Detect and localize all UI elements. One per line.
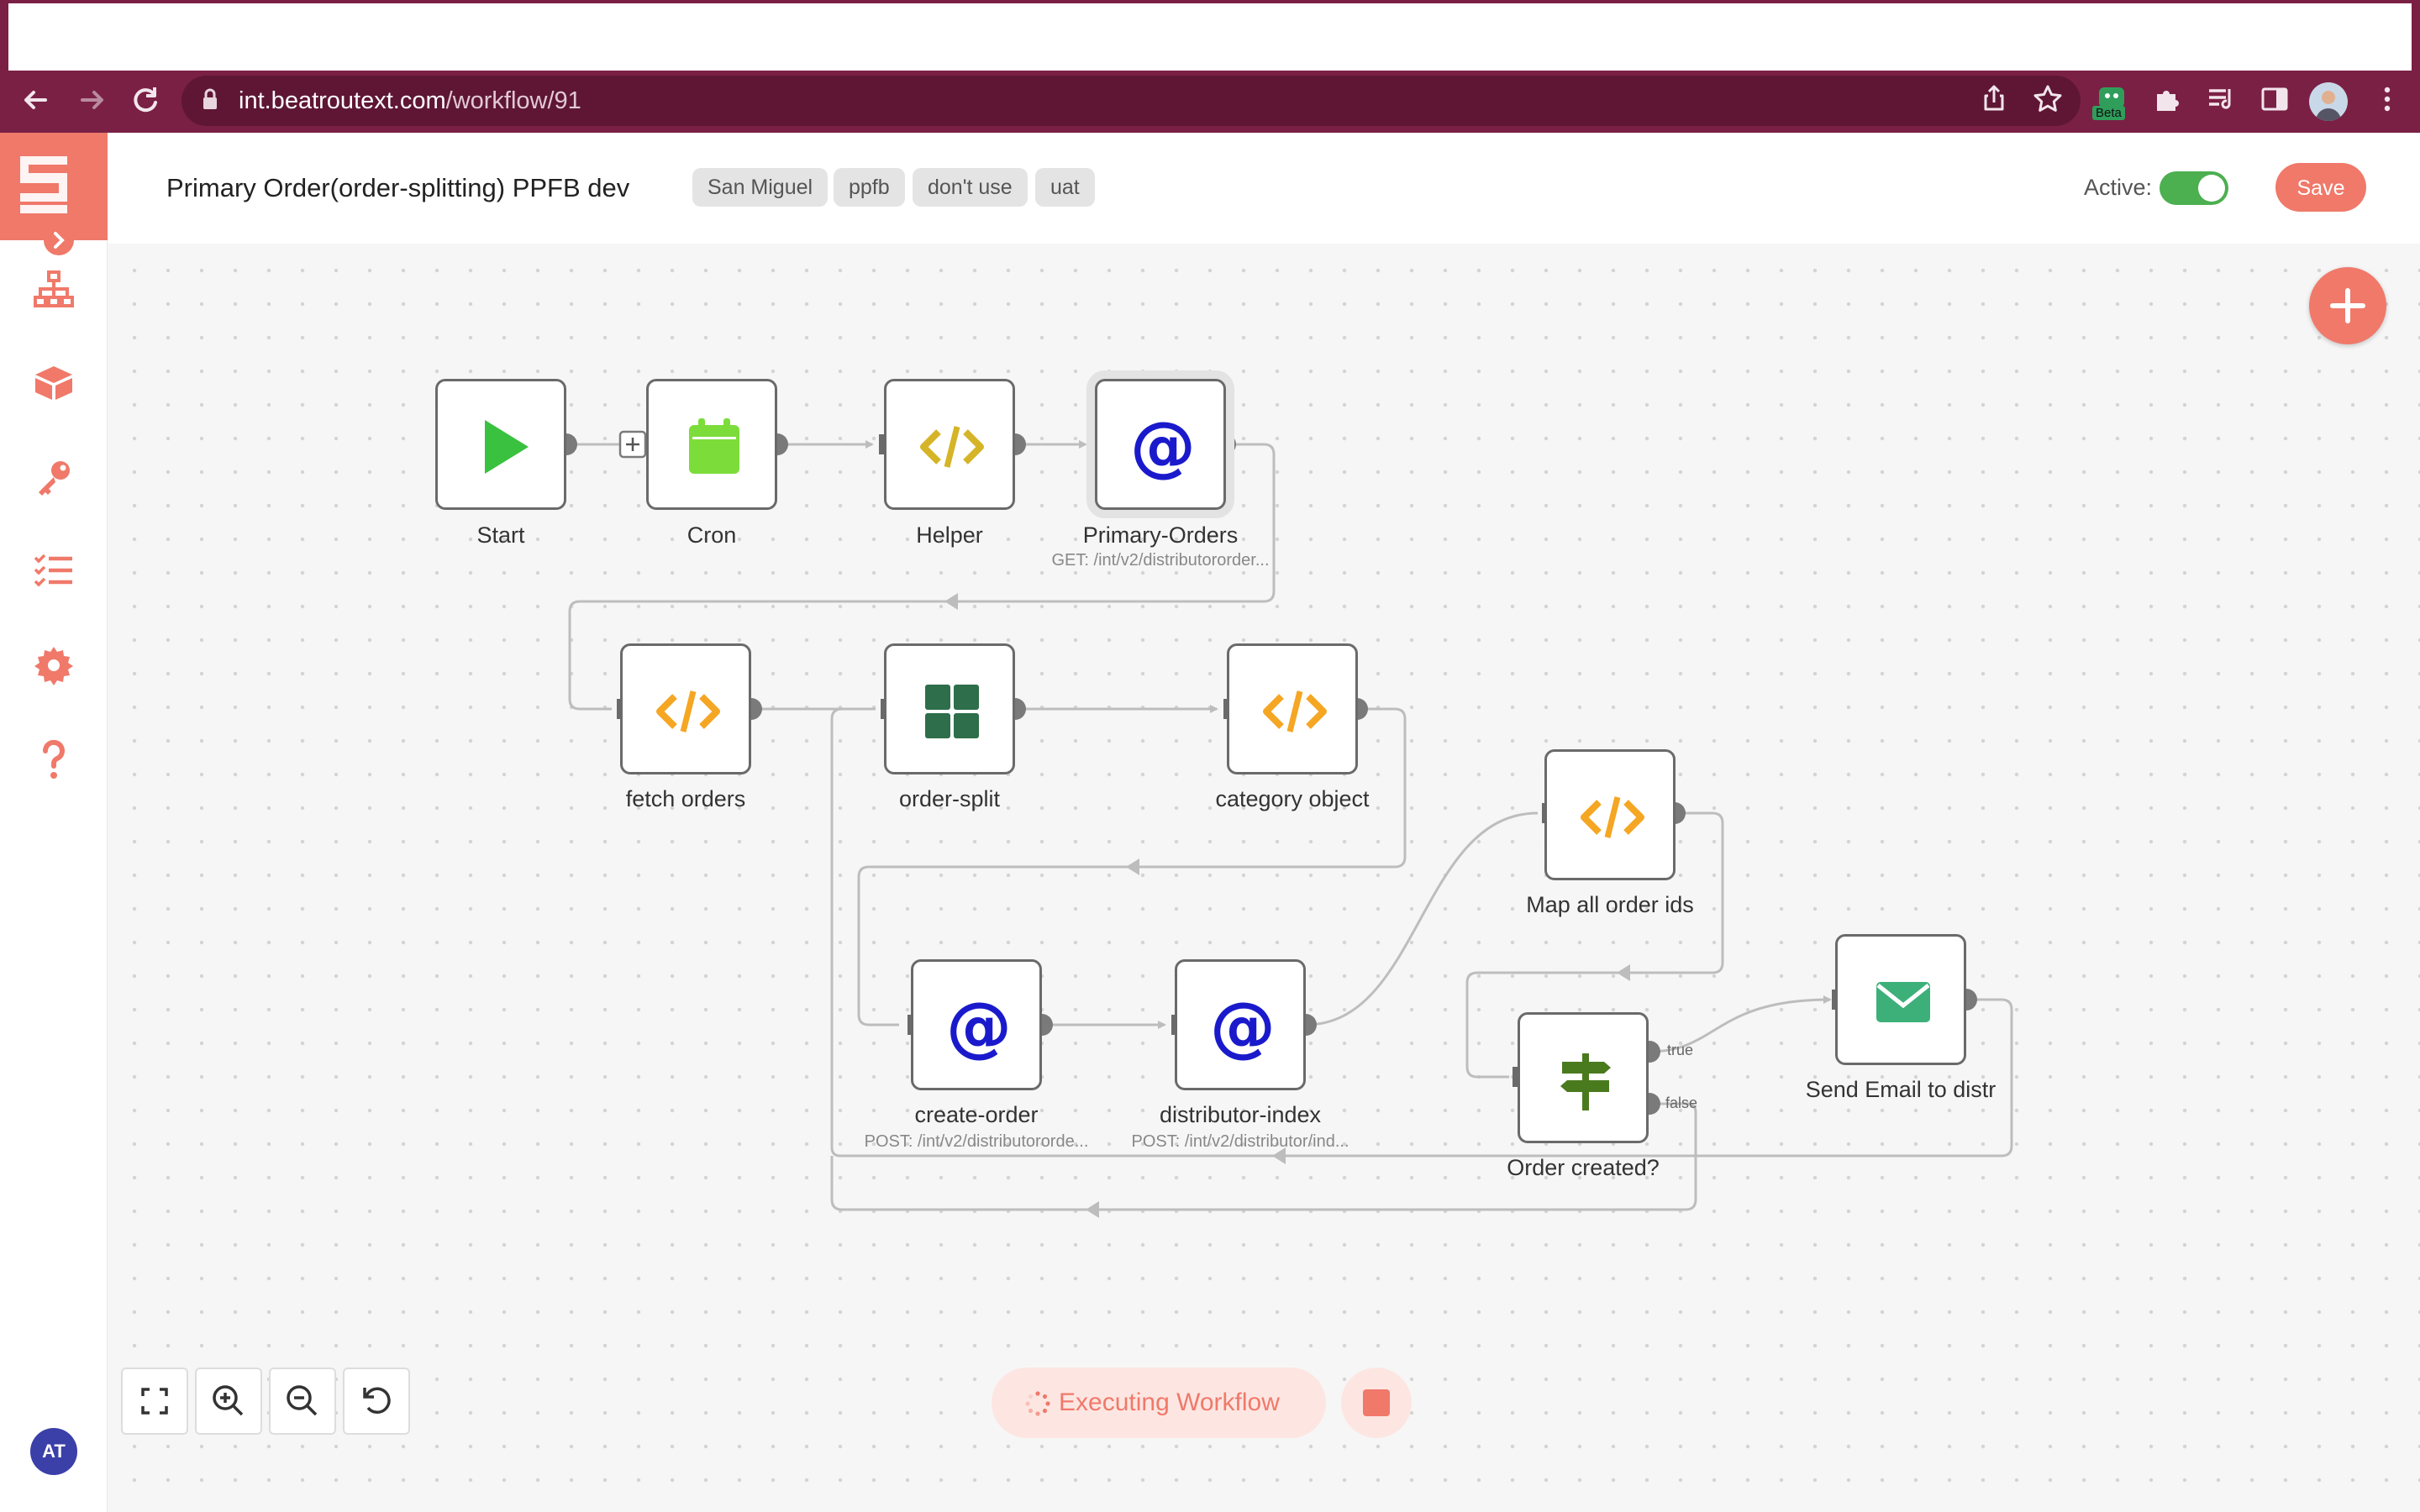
- flow-arrow: [865, 440, 874, 449]
- svg-text:@: @: [946, 990, 1012, 1065]
- node-primary-orders[interactable]: @: [1095, 379, 1226, 510]
- zoom-in-button[interactable]: [195, 1368, 262, 1435]
- code-icon: [1263, 690, 1327, 732]
- node-subtitle: POST: /int/v2/distributororde...: [864, 1132, 1089, 1151]
- flow-arrow: [1617, 964, 1630, 981]
- fullscreen-icon: [141, 1388, 168, 1415]
- play-icon: [485, 420, 529, 474]
- svg-text:@: @: [1130, 409, 1196, 485]
- node-cron[interactable]: [646, 379, 777, 510]
- node-subtitle: POST: /int/v2/distributor/ind...: [1131, 1132, 1349, 1151]
- node-label: distributor-index: [1159, 1102, 1322, 1127]
- grid-icon: [925, 685, 979, 738]
- node-label: Primary-Orders: [1082, 522, 1239, 548]
- add-node-button[interactable]: [2309, 267, 2386, 344]
- node-create-order[interactable]: @: [911, 959, 1042, 1090]
- node-order-split[interactable]: [884, 643, 1015, 774]
- node-label: create-order: [914, 1102, 1039, 1127]
- add-node-plus-icon: [618, 430, 647, 459]
- flow-arrow: [1086, 1201, 1099, 1218]
- envelope-icon: [1876, 982, 1930, 1022]
- node-fetch-orders[interactable]: [620, 643, 751, 774]
- zoom-in-icon: [213, 1385, 244, 1416]
- svg-text:@: @: [1210, 990, 1276, 1065]
- flow-arrow: [1823, 995, 1832, 1004]
- node-send-email[interactable]: [1835, 934, 1966, 1065]
- undo-icon: [363, 1387, 391, 1415]
- fit-to-view-button[interactable]: [121, 1368, 188, 1435]
- node-label: category object: [1215, 786, 1370, 811]
- zoom-out-icon: [287, 1385, 318, 1416]
- at-sign-icon: @: [1130, 409, 1196, 485]
- node-label: order-split: [898, 786, 1001, 811]
- code-icon: [1581, 796, 1644, 838]
- node-label: Cron: [687, 522, 737, 548]
- node-category-object[interactable]: [1227, 643, 1358, 774]
- code-icon: [920, 426, 984, 468]
- signpost-icon: [1560, 1053, 1611, 1110]
- flow-arrow: [1126, 858, 1139, 875]
- flow-arrow: [1210, 705, 1218, 713]
- plus-icon: [2330, 288, 2365, 323]
- node-label: Send Email to distr: [1805, 1077, 1996, 1102]
- node-helper[interactable]: [884, 379, 1015, 510]
- stop-execution-button[interactable]: [1341, 1368, 1412, 1438]
- node-label: Order created?: [1507, 1155, 1660, 1180]
- reset-zoom-button[interactable]: [343, 1368, 410, 1435]
- calendar-icon: [689, 418, 739, 474]
- node-subtitle: GET: /int/v2/distributororder...: [1051, 551, 1270, 570]
- node-distributor-index[interactable]: @: [1175, 959, 1306, 1090]
- node-start[interactable]: [435, 379, 566, 510]
- flow-arrow: [1158, 1021, 1166, 1029]
- false-branch-label: false: [1665, 1095, 1698, 1111]
- zoom-out-button[interactable]: [269, 1368, 336, 1435]
- flow-arrow: [944, 593, 958, 610]
- true-branch-label: true: [1667, 1042, 1694, 1058]
- connection-distributor-map: [1305, 811, 1539, 1026]
- at-sign-icon: @: [946, 990, 1012, 1065]
- spinner-icon: [1025, 1391, 1050, 1416]
- node-order-created[interactable]: [1518, 1012, 1649, 1143]
- node-label: Map all order ids: [1526, 892, 1694, 917]
- node-label: fetch orders: [625, 786, 746, 811]
- flow-arrow: [1079, 440, 1087, 449]
- at-sign-icon: @: [1210, 990, 1276, 1065]
- connections-layer: [555, 430, 2013, 1218]
- code-icon: [656, 690, 720, 732]
- node-map-all-order-ids[interactable]: [1544, 749, 1676, 880]
- stop-icon: [1363, 1389, 1390, 1416]
